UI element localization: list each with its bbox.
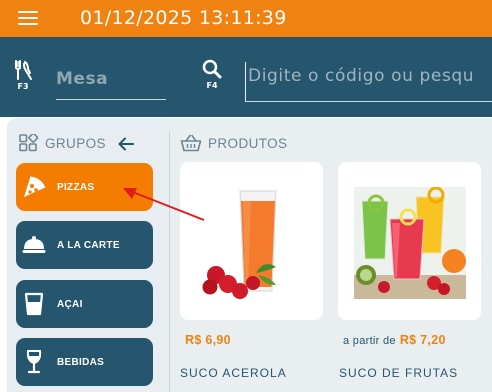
basket-icon	[180, 134, 202, 152]
price-prefix: a partir de	[343, 335, 396, 347]
table-key-hint[interactable]: F3	[12, 59, 34, 91]
product-price: R$ 6,90	[185, 333, 231, 347]
datetime-display: 01/12/2025 13:11:39	[80, 7, 287, 29]
group-pizzas-button[interactable]: PIZZAS	[16, 163, 153, 211]
groups-header: GRUPOS	[19, 134, 106, 152]
wine-glass-icon	[21, 349, 47, 375]
product-price-value: R$ 6,90	[185, 333, 231, 347]
f4-key-label: F4	[206, 81, 218, 90]
products-header: PRODUTOS	[180, 134, 287, 152]
cloche-icon	[21, 232, 47, 258]
product-price: a partir de R$ 7,20	[343, 333, 446, 347]
product-name: SUCO ACEROLA	[180, 366, 287, 380]
cup-icon	[21, 291, 47, 317]
products-title: PRODUTOS	[208, 135, 288, 151]
groups-title: GRUPOS	[45, 135, 106, 151]
product-card-suco-de-frutas[interactable]	[338, 162, 481, 320]
product-price-value: R$ 7,20	[399, 333, 446, 347]
acerola-juice-image	[202, 190, 277, 299]
f3-key-label: F3	[17, 82, 29, 91]
fruit-juices-image	[354, 187, 466, 299]
group-acai-button[interactable]: AÇAI	[16, 280, 153, 328]
top-bar: 01/12/2025 13:11:39	[0, 0, 492, 37]
product-name: SUCO DE FRUTAS	[339, 366, 459, 380]
group-bebidas-button[interactable]: BEBIDAS	[16, 338, 153, 386]
product-code-input[interactable]: Digite o código ou pesqu	[245, 62, 492, 102]
panel-divider	[169, 132, 170, 392]
hamburger-icon[interactable]	[18, 10, 40, 26]
group-label: A LA CARTE	[57, 239, 120, 251]
search-icon	[202, 59, 222, 79]
grid-icon	[19, 134, 39, 152]
group-label: BEBIDAS	[57, 356, 105, 368]
utensils-icon	[15, 60, 32, 80]
code-key-hint[interactable]: F4	[201, 58, 223, 90]
back-arrow-icon[interactable]	[118, 137, 134, 151]
pizza-icon	[21, 174, 47, 200]
group-label: PIZZAS	[57, 181, 95, 193]
table-number-input[interactable]: Mesa	[56, 67, 166, 100]
group-label: AÇAI	[57, 298, 83, 310]
group-a-la-carte-button[interactable]: A LA CARTE	[16, 221, 153, 269]
product-card-suco-acerola[interactable]	[180, 162, 323, 320]
